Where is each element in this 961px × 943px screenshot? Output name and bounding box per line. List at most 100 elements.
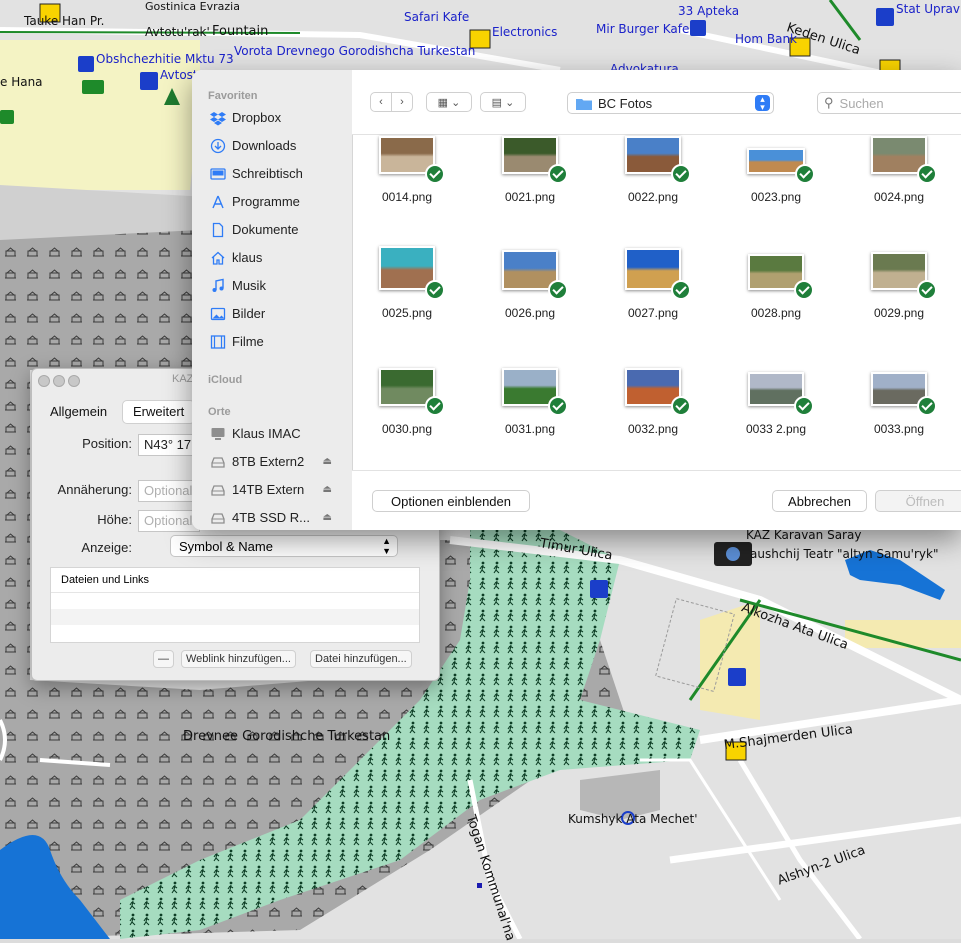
places-header: Orte — [208, 406, 231, 418]
file-item[interactable]: 0026.png — [475, 250, 585, 320]
remove-link-button[interactable]: — — [153, 650, 174, 668]
sidebar-item-klaus-imac[interactable]: Klaus IMAC — [210, 424, 340, 444]
file-grid[interactable]: 0014.png 0021.png 0022.png 0023.png 0024.png… — [352, 134, 961, 470]
sidebar-item-downloads[interactable]: Downloads — [210, 136, 340, 156]
group-mode-button[interactable]: ▤ ⌄ — [480, 92, 526, 112]
tab-erweitert[interactable]: Erweitert — [122, 400, 196, 424]
map-label-hana: e Hana — [0, 75, 43, 89]
eject-icon[interactable]: ⏏ — [323, 452, 332, 472]
sidebar-item-movies[interactable]: Filme — [210, 332, 340, 352]
zoom-window-button[interactable] — [68, 375, 80, 387]
file-item[interactable]: 0033 2.png — [721, 372, 831, 436]
checkmark-icon — [548, 280, 568, 300]
map-label-avtoturak: Avtotu'rak' — [145, 25, 210, 39]
file-item[interactable]: 0032.png — [598, 368, 708, 436]
sidebar-item-8tb-extern2[interactable]: 8TB Extern2 ⏏ — [210, 452, 340, 472]
sidebar-item-4tb-ssd[interactable]: 4TB SSD R... ⏏ — [210, 508, 340, 528]
map-label-homebank: Hom Bank — [735, 32, 798, 46]
drive-icon — [211, 513, 225, 524]
file-item[interactable]: 0027.png — [598, 248, 708, 320]
file-item[interactable]: 0033.png — [844, 372, 954, 436]
file-item[interactable]: 0024.png — [844, 136, 954, 204]
files-links-table[interactable]: Dateien und Links — [50, 567, 420, 643]
map-label-status: Stat Upravle — [896, 2, 961, 16]
file-name: 0014.png — [381, 190, 433, 204]
file-name: 0026.png — [504, 306, 556, 320]
search-input[interactable]: ⚲ Suchen — [817, 92, 961, 114]
file-name: 0029.png — [873, 306, 925, 320]
sidebar-item-label: Dokumente — [232, 222, 299, 237]
height-field[interactable]: Optional — [138, 510, 200, 532]
display-select[interactable]: Symbol & Name ▲ ▼ — [170, 535, 398, 557]
sidebar-item-label: Programme — [232, 194, 300, 209]
file-item[interactable]: 0014.png — [352, 136, 462, 204]
file-name: 0025.png — [381, 306, 433, 320]
sidebar-item-home[interactable]: klaus — [210, 248, 340, 268]
table-row[interactable] — [51, 593, 419, 609]
open-button[interactable]: Öffnen — [875, 490, 961, 512]
cancel-button[interactable]: Abbrechen — [772, 490, 867, 512]
sidebar-item-music[interactable]: Musik — [210, 276, 340, 296]
file-thumbnail — [747, 148, 815, 184]
music-icon — [212, 278, 224, 292]
file-thumbnail — [379, 136, 445, 184]
sidebar-item-documents[interactable]: Dokumente — [210, 220, 340, 240]
file-item[interactable]: 0028.png — [721, 254, 831, 320]
folder-location-popup[interactable]: BC Fotos ▴ ▾ — [567, 92, 774, 114]
file-name: 0028.png — [750, 306, 802, 320]
file-thumbnail — [502, 250, 568, 300]
map-label-obshchezhitie: Obshchezhitie Mktu 73 — [96, 52, 234, 66]
sidebar-item-label: Dropbox — [232, 110, 282, 125]
sidebar-item-14tb-extern[interactable]: 14TB Extern ⏏ — [210, 480, 340, 500]
checkmark-icon — [794, 396, 814, 416]
checkmark-icon — [548, 396, 568, 416]
show-options-button[interactable]: Optionen einblenden — [372, 490, 530, 512]
table-row[interactable] — [51, 609, 419, 625]
file-thumbnail — [625, 248, 691, 300]
pictures-icon — [210, 307, 226, 321]
sidebar-item-applications[interactable]: Programme — [210, 192, 340, 212]
sidebar-item-desktop[interactable]: Schreibtisch — [210, 164, 340, 184]
search-placeholder: Suchen — [839, 95, 884, 111]
file-item[interactable]: 0025.png — [352, 246, 462, 320]
file-thumbnail — [871, 136, 937, 184]
minimize-window-button[interactable] — [53, 375, 65, 387]
dialog-toolbar: ‹ › ▦ ⌄ ▤ ⌄ BC Fotos ▴ ▾ ⚲ Suchen — [352, 70, 961, 135]
file-item[interactable]: 0022.png — [598, 136, 708, 204]
back-button[interactable]: ‹ — [370, 92, 392, 112]
dialog-sidebar: Favoriten Dropbox Downloads Schreibtisch… — [192, 70, 353, 530]
file-item[interactable]: 0021.png — [475, 136, 585, 204]
file-thumbnail — [379, 246, 445, 300]
forward-button[interactable]: › — [391, 92, 413, 112]
tab-allgemein[interactable]: Allgemein — [40, 401, 117, 423]
sidebar-item-dropbox[interactable]: Dropbox — [210, 108, 340, 128]
add-weblink-button[interactable]: Weblink hinzufügen... — [181, 650, 296, 668]
sidebar-item-label: klaus — [232, 250, 263, 265]
add-file-button[interactable]: Datei hinzufügen... — [310, 650, 412, 668]
sidebar-item-label: Klaus IMAC — [232, 426, 301, 441]
file-name: 0023.png — [750, 190, 802, 204]
map-label-fountain: Fountain — [212, 24, 269, 39]
applications-icon — [212, 195, 224, 209]
file-name: 0027.png — [627, 306, 679, 320]
map-label-mirburger: Mir Burger Kafe — [596, 22, 690, 36]
sidebar-item-pictures[interactable]: Bilder — [210, 304, 340, 324]
view-mode-button[interactable]: ▦ ⌄ — [426, 92, 472, 112]
file-name: 0024.png — [873, 190, 925, 204]
file-open-dialog: Favoriten Dropbox Downloads Schreibtisch… — [192, 70, 961, 530]
file-item[interactable]: 0030.png — [352, 368, 462, 436]
downloads-icon — [210, 138, 226, 154]
eject-icon[interactable]: ⏏ — [323, 480, 332, 500]
file-item[interactable]: 0029.png — [844, 252, 954, 320]
drive-icon — [211, 485, 225, 496]
folder-name: BC Fotos — [598, 95, 653, 111]
chevron-left-icon: ‹ — [379, 96, 383, 108]
file-item[interactable]: 0023.png — [721, 148, 831, 204]
checkmark-icon — [425, 280, 445, 300]
approach-field[interactable]: Optional — [138, 480, 200, 502]
chevron-right-icon: › — [400, 96, 404, 108]
file-item[interactable]: 0031.png — [475, 368, 585, 436]
eject-icon[interactable]: ⏏ — [323, 508, 332, 528]
folder-icon — [576, 98, 592, 110]
close-window-button[interactable] — [38, 375, 50, 387]
